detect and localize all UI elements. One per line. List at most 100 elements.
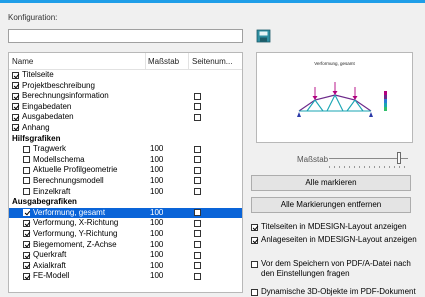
group-label: Hilfsgrafiken bbox=[12, 133, 61, 143]
option-label: Vor dem Speichern von PDF/A-Datei nach d… bbox=[261, 259, 411, 278]
include-checkbox[interactable] bbox=[12, 113, 19, 121]
option-checkbox[interactable] bbox=[251, 260, 258, 268]
scale-value[interactable]: 100 bbox=[150, 218, 163, 229]
konfiguration-label: Konfiguration: bbox=[8, 13, 58, 22]
include-checkbox[interactable] bbox=[23, 241, 30, 248]
tree-rows: Titelseite Projektbeschreibung Berechnungs… bbox=[9, 70, 242, 282]
scale-value[interactable]: 100 bbox=[150, 176, 163, 187]
page-break-checkbox[interactable] bbox=[194, 251, 201, 259]
tree-row[interactable]: Anhang bbox=[9, 123, 242, 134]
option-label: Dynamische 3D-Objekte im PDF-Dokument bbox=[261, 287, 416, 296]
scale-value[interactable]: 100 bbox=[150, 165, 163, 176]
page-break-checkbox[interactable] bbox=[194, 145, 201, 153]
option-checkbox[interactable] bbox=[251, 288, 258, 296]
option-label: Anlageseiten in MDESIGN-Layout anzeigen bbox=[261, 235, 417, 244]
include-checkbox[interactable] bbox=[12, 92, 19, 100]
include-checkbox[interactable] bbox=[23, 262, 30, 270]
group-label: Ausgabegrafiken bbox=[12, 197, 77, 207]
page-break-checkbox[interactable] bbox=[194, 177, 201, 185]
scale-value[interactable]: 100 bbox=[150, 250, 163, 261]
row-label: Tragwerk bbox=[33, 144, 67, 154]
tree-row[interactable]: Biegemoment, Z-Achse 100 bbox=[9, 240, 242, 251]
tree-row[interactable]: Modellschema 100 bbox=[9, 155, 242, 166]
include-checkbox[interactable] bbox=[23, 219, 30, 227]
page-break-checkbox[interactable] bbox=[194, 230, 201, 238]
scale-value[interactable]: 100 bbox=[150, 208, 163, 219]
scale-slider-ticks bbox=[329, 166, 408, 168]
page-break-checkbox[interactable] bbox=[194, 92, 201, 100]
include-checkbox[interactable] bbox=[23, 166, 30, 174]
tree-row[interactable]: Tragwerk 100 bbox=[9, 144, 242, 155]
tree-row[interactable]: Berechnungsmodell 100 bbox=[9, 176, 242, 187]
scale-value[interactable]: 100 bbox=[150, 187, 163, 198]
row-label: Biegemoment, Z-Achse bbox=[33, 239, 117, 249]
page-break-checkbox[interactable] bbox=[194, 262, 201, 270]
column-header-name[interactable]: Name bbox=[12, 57, 33, 66]
page-break-checkbox[interactable] bbox=[194, 219, 201, 227]
option-checkbox[interactable] bbox=[251, 223, 258, 231]
scale-value[interactable]: 100 bbox=[150, 240, 163, 251]
report-content-tree[interactable]: Name Maßstab Seitenum... Titelseite Proje… bbox=[8, 52, 243, 293]
unmark-all-button[interactable]: Alle Markierungen entfernen bbox=[251, 197, 411, 213]
include-checkbox[interactable] bbox=[23, 188, 30, 196]
page-break-checkbox[interactable] bbox=[194, 272, 201, 280]
tree-row[interactable]: Projektbeschreibung bbox=[9, 81, 242, 92]
tree-group-header[interactable]: Ausgabegrafiken bbox=[9, 197, 242, 208]
option-checkbox[interactable] bbox=[251, 236, 258, 244]
graphic-preview: Verformung, gesamt bbox=[256, 52, 413, 143]
column-divider[interactable] bbox=[188, 53, 189, 69]
page-break-checkbox[interactable] bbox=[194, 241, 201, 248]
include-checkbox[interactable] bbox=[23, 272, 30, 280]
include-checkbox[interactable] bbox=[23, 177, 30, 185]
include-checkbox[interactable] bbox=[23, 156, 30, 164]
scale-slider-thumb[interactable] bbox=[396, 152, 401, 164]
tree-row[interactable]: FE-Modell 100 bbox=[9, 271, 242, 282]
page-break-checkbox[interactable] bbox=[194, 166, 201, 174]
include-checkbox[interactable] bbox=[12, 124, 19, 132]
scale-value[interactable]: 100 bbox=[150, 229, 163, 240]
scale-value[interactable]: 100 bbox=[150, 155, 163, 166]
row-label: Verformung, X-Richtung bbox=[33, 218, 119, 228]
include-checkbox[interactable] bbox=[12, 71, 19, 79]
column-header-page[interactable]: Seitenum... bbox=[192, 57, 232, 66]
include-checkbox[interactable] bbox=[12, 103, 19, 111]
column-divider[interactable] bbox=[145, 53, 146, 69]
row-label: Anhang bbox=[22, 122, 50, 132]
page-break-checkbox[interactable] bbox=[194, 113, 201, 121]
tree-row[interactable]: Aktuelle Profilgeometrie 100 bbox=[9, 165, 242, 176]
scale-value[interactable]: 100 bbox=[150, 271, 163, 282]
tree-group-header[interactable]: Hilfsgrafiken bbox=[9, 134, 242, 145]
page-break-checkbox[interactable] bbox=[194, 188, 201, 196]
column-header-scale[interactable]: Maßstab bbox=[148, 57, 179, 66]
scale-value[interactable]: 100 bbox=[150, 144, 163, 155]
tree-row[interactable]: Einzelkraft 100 bbox=[9, 187, 242, 198]
tree-row[interactable]: Verformung, X-Richtung 100 bbox=[9, 218, 242, 229]
include-checkbox[interactable] bbox=[23, 145, 30, 153]
tree-row[interactable]: Verformung, gesamt 100 bbox=[9, 207, 242, 219]
page-break-checkbox[interactable] bbox=[194, 156, 201, 164]
page-break-checkbox[interactable] bbox=[194, 209, 201, 217]
tree-row[interactable]: Berechnungsinformation bbox=[9, 91, 242, 102]
include-checkbox[interactable] bbox=[23, 251, 30, 259]
include-checkbox[interactable] bbox=[12, 82, 19, 90]
page-break-checkbox[interactable] bbox=[194, 103, 201, 111]
save-config-icon[interactable] bbox=[256, 29, 271, 43]
mark-all-button[interactable]: Alle markieren bbox=[251, 175, 411, 191]
tree-row[interactable]: Eingabedaten bbox=[9, 102, 242, 113]
row-label: Verformung, Y-Richtung bbox=[33, 228, 118, 238]
tree-row[interactable]: Ausgabedaten bbox=[9, 112, 242, 123]
scale-label: Maßstab bbox=[297, 155, 329, 164]
tree-row[interactable]: Titelseite bbox=[9, 70, 242, 81]
row-label: Berechnungsmodell bbox=[33, 175, 104, 185]
tree-row[interactable]: Verformung, Y-Richtung 100 bbox=[9, 229, 242, 240]
row-label: Verformung, gesamt bbox=[33, 207, 106, 217]
tree-row[interactable]: Querkraft 100 bbox=[9, 250, 242, 261]
row-label: Projektbeschreibung bbox=[22, 80, 95, 90]
include-checkbox[interactable] bbox=[23, 209, 30, 217]
tree-row[interactable]: Axialkraft 100 bbox=[9, 261, 242, 272]
konfiguration-input[interactable] bbox=[8, 29, 243, 43]
option-label: Titelseiten in MDESIGN-Layout anzeigen bbox=[261, 222, 407, 231]
scale-value[interactable]: 100 bbox=[150, 261, 163, 272]
row-label: Ausgabedaten bbox=[22, 112, 74, 122]
include-checkbox[interactable] bbox=[23, 230, 30, 238]
